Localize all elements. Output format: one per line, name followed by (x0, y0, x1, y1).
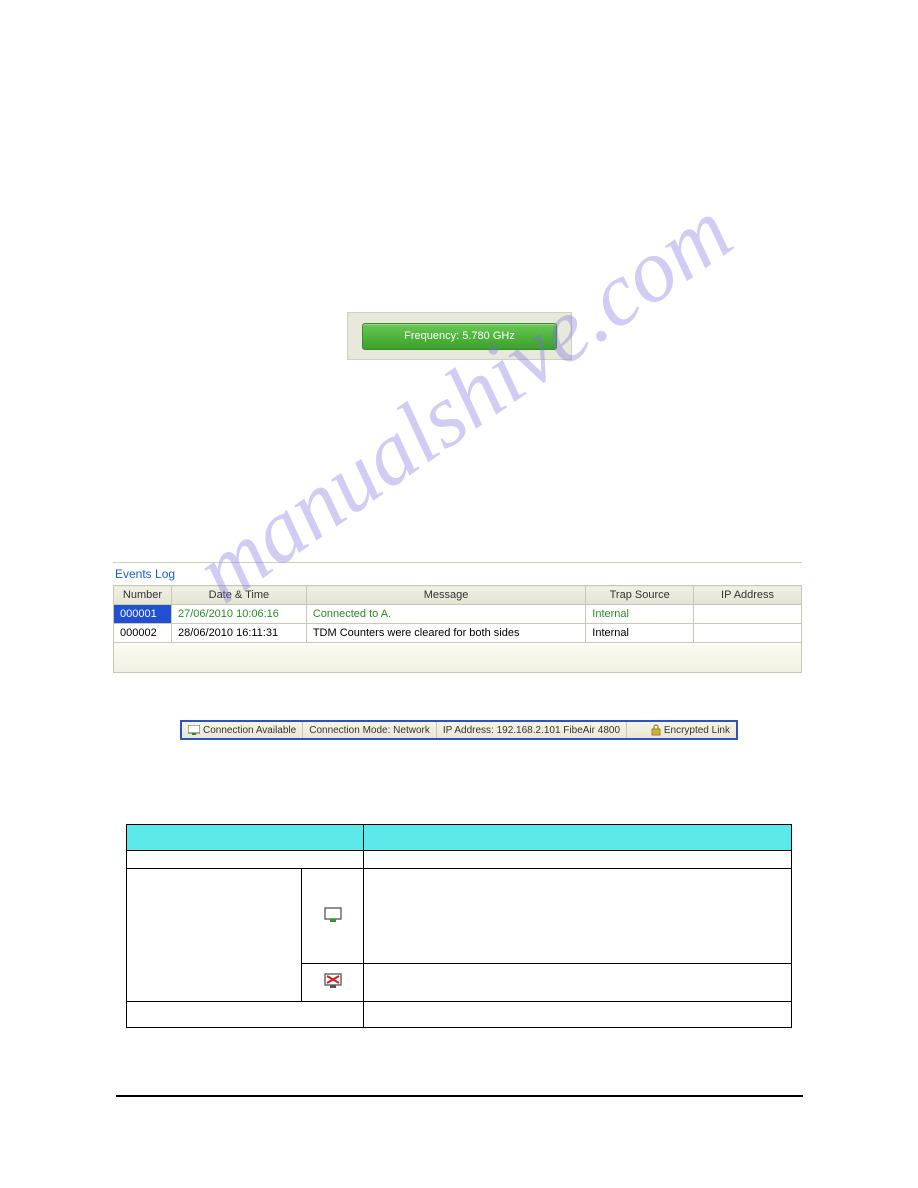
frequency-button[interactable]: Frequency: 5.780 GHz (362, 323, 557, 350)
cell-number: 000001 (114, 605, 172, 624)
cell-datetime: 27/06/2010 10:06:16 (171, 605, 306, 624)
events-log-footer (113, 643, 802, 673)
events-log-title: Events Log (113, 562, 802, 585)
status-bar: Connection Available Connection Mode: Ne… (180, 720, 738, 740)
lock-icon (651, 724, 661, 736)
frequency-panel: Frequency: 5.780 GHz (347, 312, 572, 360)
cell-trap: Internal (586, 605, 694, 624)
col-trapsource[interactable]: Trap Source (586, 586, 694, 605)
watermark-text: manualshive.com (177, 179, 750, 623)
table-row (127, 851, 792, 869)
status-mode: Connection Mode: Network (303, 722, 437, 738)
cell (364, 1002, 792, 1028)
table-row[interactable]: 000001 27/06/2010 10:06:16 Connected to … (114, 605, 802, 624)
cell-icon (302, 869, 364, 964)
cell (127, 1002, 364, 1028)
icon-table-header-row (127, 825, 792, 851)
monitor-disconnected-icon (324, 973, 342, 989)
cell-datetime: 28/06/2010 16:11:31 (171, 624, 306, 643)
cell-message: TDM Counters were cleared for both sides (306, 624, 585, 643)
cell-ip (694, 605, 802, 624)
cell-trap: Internal (586, 624, 694, 643)
status-ip: IP Address: 192.168.2.101 FibeAir 4800 (437, 722, 627, 738)
col-message[interactable]: Message (306, 586, 585, 605)
events-header-row: Number Date & Time Message Trap Source I… (114, 586, 802, 605)
cell-icon (302, 964, 364, 1002)
page-divider (116, 1095, 803, 1097)
table-row (127, 1002, 792, 1028)
events-table: Number Date & Time Message Trap Source I… (113, 585, 802, 643)
table-row (127, 869, 792, 964)
events-log-panel: Events Log Number Date & Time Message Tr… (113, 562, 802, 673)
cell (127, 869, 302, 1002)
cell (364, 851, 792, 869)
cell-number: 000002 (114, 624, 172, 643)
table-row[interactable]: 000002 28/06/2010 16:11:31 TDM Counters … (114, 624, 802, 643)
monitor-connected-icon (324, 907, 342, 923)
cell (364, 964, 792, 1002)
col-ipaddress[interactable]: IP Address (694, 586, 802, 605)
cell (127, 851, 364, 869)
status-ip-label: IP Address: 192.168.2.101 FibeAir 4800 (443, 725, 620, 736)
monitor-connected-icon (188, 725, 200, 735)
status-connection-label: Connection Available (203, 725, 296, 736)
icon-description-table (126, 824, 792, 1028)
icon-table-header-1 (127, 825, 364, 851)
col-number[interactable]: Number (114, 586, 172, 605)
status-encrypted: Encrypted Link (645, 722, 736, 738)
cell (364, 869, 792, 964)
cell-ip (694, 624, 802, 643)
col-datetime[interactable]: Date & Time (171, 586, 306, 605)
cell-message: Connected to A. (306, 605, 585, 624)
status-encrypted-label: Encrypted Link (664, 725, 730, 736)
icon-table-header-2 (364, 825, 792, 851)
status-connection: Connection Available (182, 722, 303, 738)
status-mode-label: Connection Mode: Network (309, 725, 430, 736)
